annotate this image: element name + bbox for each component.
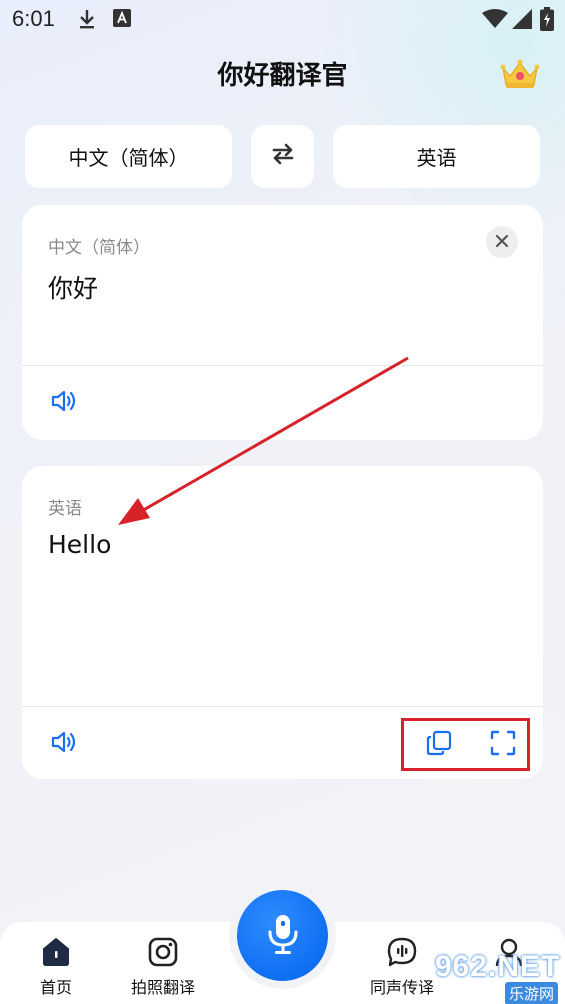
target-language-button[interactable]: 英语 — [333, 125, 540, 188]
camera-icon — [147, 936, 179, 968]
translated-text: Hello — [48, 530, 112, 559]
watermark-text: 962.NET — [435, 950, 561, 983]
swap-icon — [270, 141, 296, 172]
target-language-label: 英语 — [48, 499, 82, 519]
source-speak-button[interactable] — [48, 386, 82, 420]
download-icon — [77, 8, 97, 34]
voice-chat-icon — [386, 936, 418, 968]
nav-label: 首页 — [39, 978, 72, 997]
source-input-card[interactable]: 中文（简体） 你好 — [22, 205, 543, 440]
source-language-button[interactable]: 中文（简体） — [25, 125, 232, 188]
status-bar: 6:01 — [0, 0, 565, 38]
card-divider — [22, 365, 543, 366]
source-language-label: 中文（简体） — [48, 238, 150, 258]
nav-label: 拍照翻译 — [130, 978, 195, 997]
voice-input-button[interactable] — [237, 890, 328, 981]
speaker-icon — [50, 729, 80, 759]
nav-item-photo-translate[interactable]: 拍照翻译 — [113, 922, 213, 1004]
microphone-icon — [263, 912, 303, 960]
font-icon — [112, 8, 132, 32]
status-time: 6:01 — [12, 6, 55, 31]
wifi-icon — [482, 9, 508, 33]
watermark-subtext: 乐游网 — [505, 982, 559, 1004]
crown-icon[interactable] — [500, 58, 540, 90]
close-icon — [495, 233, 509, 252]
swap-languages-button[interactable] — [251, 125, 314, 188]
speaker-icon — [50, 388, 80, 418]
watermark-logo: 962.NET 乐游网 — [425, 950, 565, 1004]
nav-item-home[interactable]: 首页 — [6, 922, 106, 1004]
page-title: 你好翻译官 — [217, 61, 348, 91]
annotation-highlight-box — [401, 718, 530, 771]
target-speak-button[interactable] — [48, 727, 82, 761]
source-text[interactable]: 你好 — [48, 269, 98, 305]
home-icon — [40, 936, 72, 968]
signal-icon — [512, 9, 532, 33]
card-divider — [22, 706, 543, 707]
battery-icon — [540, 7, 554, 35]
clear-button[interactable] — [486, 226, 518, 258]
